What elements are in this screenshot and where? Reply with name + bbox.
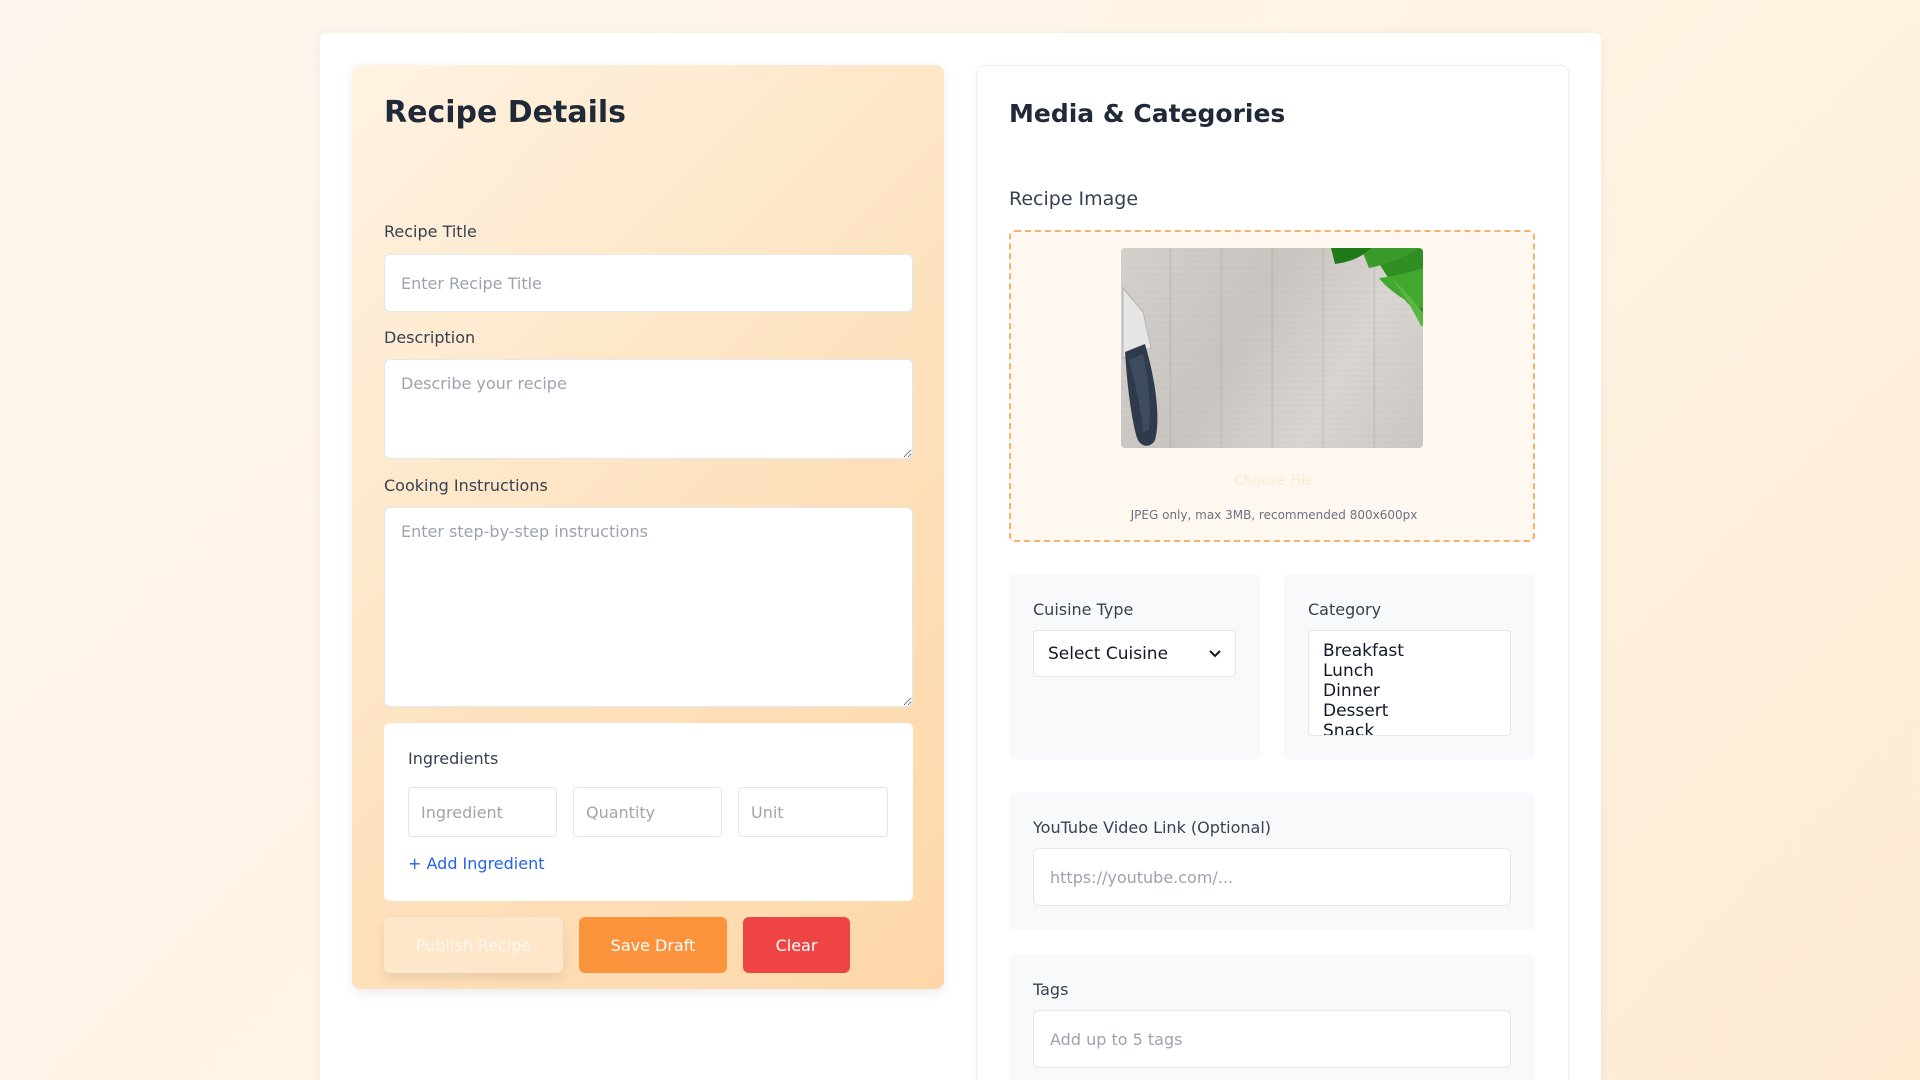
cooking-instructions-label: Cooking Instructions <box>384 476 548 495</box>
image-dropzone[interactable]: Choose File JPEG only, max 3MB, recommen… <box>1009 230 1535 542</box>
recipe-image-label: Recipe Image <box>1009 188 1139 210</box>
choose-file-button[interactable]: Choose File <box>1011 473 1537 489</box>
recipe-title-input[interactable] <box>384 254 913 312</box>
youtube-link-label: YouTube Video Link (Optional) <box>1033 818 1272 837</box>
recipe-image-preview <box>1121 248 1423 448</box>
media-categories-card: Media & Categories Recipe Image Choose F… <box>976 65 1569 1080</box>
cutting-board-image <box>1122 248 1423 446</box>
cuisine-type-panel: Cuisine Type Select Cuisine <box>1009 574 1260 760</box>
category-option[interactable]: Dinner <box>1323 681 1496 701</box>
herb-leaves-icon <box>1331 248 1423 326</box>
cuisine-type-select[interactable]: Select Cuisine <box>1033 630 1236 677</box>
clear-button[interactable]: Clear <box>743 917 850 973</box>
description-textarea[interactable] <box>384 359 913 459</box>
knife-icon <box>1122 286 1158 446</box>
image-requirements-hint: JPEG only, max 3MB, recommended 800x600p… <box>1130 508 1418 522</box>
add-ingredient-link[interactable]: + Add Ingredient <box>408 854 545 873</box>
recipe-title-label: Recipe Title <box>384 222 477 241</box>
category-label: Category <box>1308 600 1382 619</box>
category-option[interactable]: Lunch <box>1323 661 1496 681</box>
category-listbox[interactable]: Breakfast Lunch Dinner Dessert Snack <box>1308 630 1511 736</box>
recipe-details-heading: Recipe Details <box>384 95 627 130</box>
chevron-down-icon <box>1209 649 1221 657</box>
description-label: Description <box>384 328 476 347</box>
tags-panel: Tags <box>1009 954 1535 1080</box>
ingredient-name-input[interactable] <box>408 787 557 837</box>
category-option[interactable]: Snack <box>1323 721 1496 735</box>
cooking-instructions-textarea[interactable] <box>384 507 913 707</box>
ingredient-quantity-input[interactable] <box>573 787 722 837</box>
cuisine-selected-value: Select Cuisine <box>1048 643 1169 664</box>
publish-recipe-button[interactable]: Publish Recipe <box>384 917 563 973</box>
category-option[interactable]: Dessert <box>1323 701 1496 721</box>
youtube-link-input[interactable] <box>1033 848 1511 906</box>
youtube-link-panel: YouTube Video Link (Optional) <box>1009 792 1535 930</box>
recipe-form-container: Recipe Details Recipe Title Description … <box>320 33 1601 1080</box>
ingredients-label: Ingredients <box>408 749 499 768</box>
category-option[interactable]: Breakfast <box>1323 641 1496 661</box>
tags-input[interactable] <box>1033 1010 1511 1068</box>
category-panel: Category Breakfast Lunch Dinner Dessert … <box>1284 574 1535 760</box>
ingredients-section: Ingredients + Add Ingredient <box>384 723 913 901</box>
cuisine-type-label: Cuisine Type <box>1033 600 1134 619</box>
media-categories-heading: Media & Categories <box>1009 99 1286 128</box>
tags-label: Tags <box>1033 980 1069 999</box>
ingredient-unit-input[interactable] <box>738 787 888 837</box>
recipe-details-card: Recipe Details Recipe Title Description … <box>352 65 944 989</box>
save-draft-button[interactable]: Save Draft <box>579 917 727 973</box>
